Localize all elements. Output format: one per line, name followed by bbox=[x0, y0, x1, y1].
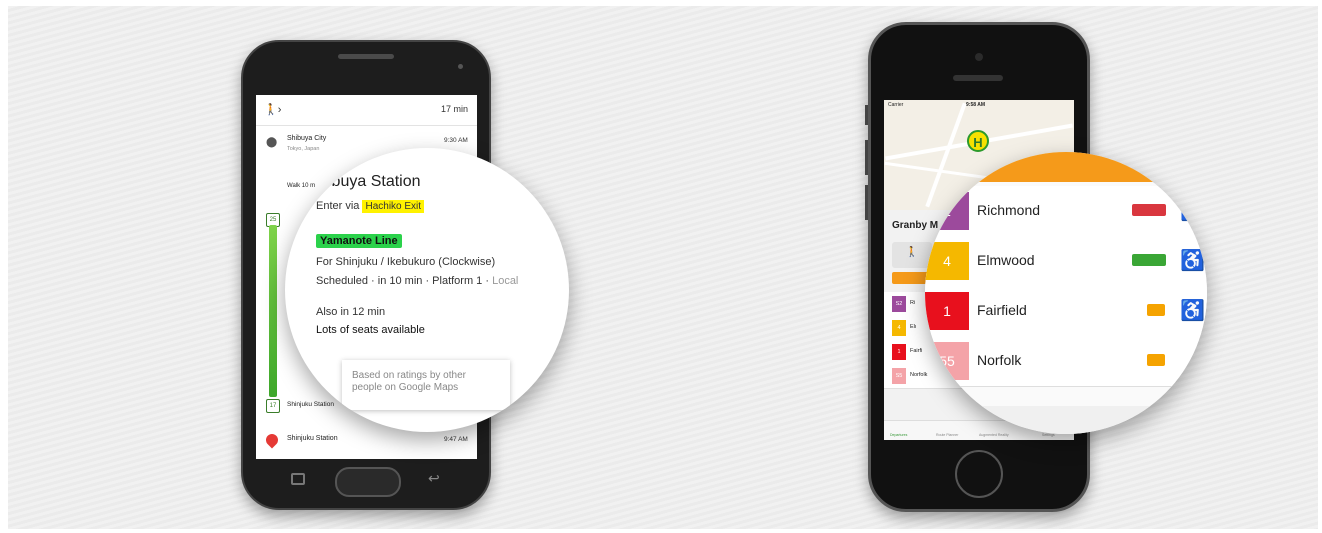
stop-name: Shinjuku Station bbox=[287, 435, 338, 442]
line-badge: Yamanote Line bbox=[316, 234, 402, 248]
line-chip-3: Yama... bbox=[381, 107, 402, 113]
recents-button[interactable] bbox=[291, 473, 305, 485]
route-name: Ri bbox=[910, 300, 916, 306]
route-badge: 55 bbox=[925, 342, 969, 380]
status-bar: Carrier 9:58 AM bbox=[884, 100, 1074, 110]
also-text: Also in 12 min bbox=[316, 306, 386, 318]
train-icon: 17 bbox=[266, 399, 280, 413]
ratings-tooltip: Based on ratings by other people on Goog… bbox=[342, 360, 510, 410]
route-name: Elmwood bbox=[977, 252, 1035, 268]
stop-time: 9:47 AM bbox=[444, 436, 468, 443]
route-name: Elı bbox=[910, 324, 917, 330]
route-badge: S2 bbox=[892, 296, 906, 312]
schedule-text: Scheduled · in 10 min · Platform 1 · Loc… bbox=[316, 275, 518, 287]
trip-duration: 17 min bbox=[441, 104, 469, 114]
wheelchair-icon: ♿ bbox=[1180, 200, 1205, 222]
schedule-main: Scheduled · in 10 min · Platform 1 · bbox=[316, 275, 493, 287]
bus-icon bbox=[1147, 304, 1165, 316]
station-name: ibuya Station bbox=[328, 173, 421, 190]
tooltip-text: Based on ratings by other people on Goog… bbox=[352, 370, 466, 393]
tab-departures[interactable]: Departures bbox=[890, 433, 907, 437]
back-icon[interactable]: ↩ bbox=[428, 470, 440, 487]
volume-up bbox=[865, 140, 868, 175]
camera-icon bbox=[458, 64, 463, 69]
route-name: Richmond bbox=[977, 202, 1041, 218]
front-camera-icon bbox=[975, 53, 983, 61]
stop-name: Shinjuku Station bbox=[287, 401, 334, 408]
schedule-local: Local bbox=[492, 275, 519, 287]
route-line bbox=[269, 225, 277, 397]
stop-time: 9:30 AM bbox=[444, 137, 468, 144]
route-summary-bar[interactable]: 🚶› Saiky... Shona... Yama... 17 min bbox=[256, 95, 477, 126]
speaker-grille bbox=[338, 54, 394, 59]
enter-via-label: Enter via bbox=[316, 200, 360, 212]
wheelchair-icon: ♿ bbox=[1180, 250, 1205, 272]
route-badge: 1 bbox=[892, 344, 906, 360]
stop-sub: Tokyo, Japan bbox=[287, 146, 320, 152]
bus-icon bbox=[1132, 254, 1166, 266]
volume-down bbox=[865, 185, 868, 220]
destination-pin-icon bbox=[263, 431, 281, 449]
line-chip-1: Saiky... bbox=[291, 107, 311, 113]
route-badge: 4 bbox=[892, 320, 906, 336]
mute-switch bbox=[865, 105, 868, 125]
tab-bar bbox=[925, 406, 1207, 434]
home-button[interactable] bbox=[955, 450, 1003, 498]
home-button[interactable] bbox=[335, 467, 401, 497]
bus-icon bbox=[1132, 204, 1166, 216]
route-name: Fairfi bbox=[910, 348, 923, 354]
line-chip-2: Shona... bbox=[331, 107, 354, 113]
route-badge: 2 bbox=[925, 192, 969, 230]
location-pin-icon: ⬤ bbox=[266, 137, 278, 148]
entrance-info: Enter via Hachiko Exit bbox=[316, 200, 425, 213]
stage: 🚶› Saiky... Shona... Yama... 17 min ⬤ Sh… bbox=[0, 0, 1322, 533]
route-name: Norfolk bbox=[977, 352, 1022, 368]
header-bar bbox=[925, 152, 1207, 182]
route-badge: 4 bbox=[925, 242, 969, 280]
magnifier-right: 2 Richmond ♿ 4 Elmwood ♿ 1 Fairfield ♿ 5… bbox=[925, 152, 1207, 434]
route-name: Fairfield bbox=[977, 302, 1027, 318]
wheelchair-icon: ♿ bbox=[1180, 300, 1205, 322]
departure-row[interactable]: 1 Fairfield ♿ bbox=[925, 286, 1207, 337]
bus-icon bbox=[1147, 354, 1165, 366]
direction-text: For Shinjuku / Ikebukuro (Clockwise) bbox=[316, 256, 496, 268]
status-time: 9:58 AM bbox=[966, 102, 985, 108]
route-badge: S5 bbox=[892, 368, 906, 384]
walk-icon: 🚶› bbox=[264, 104, 282, 116]
exit-badge: Hachiko Exit bbox=[362, 200, 425, 213]
seats-text: Lots of seats available bbox=[316, 324, 425, 336]
speaker bbox=[953, 75, 1003, 81]
route-badge: 1 bbox=[925, 292, 969, 330]
departure-row[interactable]: 4 Elmwood ♿ bbox=[925, 236, 1207, 287]
magnifier-left: ibuya Station Enter via Hachiko Exit Yam… bbox=[285, 148, 569, 432]
departure-row[interactable]: 55 Norfolk bbox=[925, 336, 1207, 387]
walk-step: Walk 10 m bbox=[287, 183, 316, 189]
bus-stop-pin-icon[interactable]: H bbox=[967, 130, 989, 152]
departure-row[interactable]: 2 Richmond ♿ bbox=[925, 186, 1207, 237]
stop-name: Shibuya City bbox=[287, 135, 327, 142]
carrier: Carrier bbox=[888, 102, 904, 108]
